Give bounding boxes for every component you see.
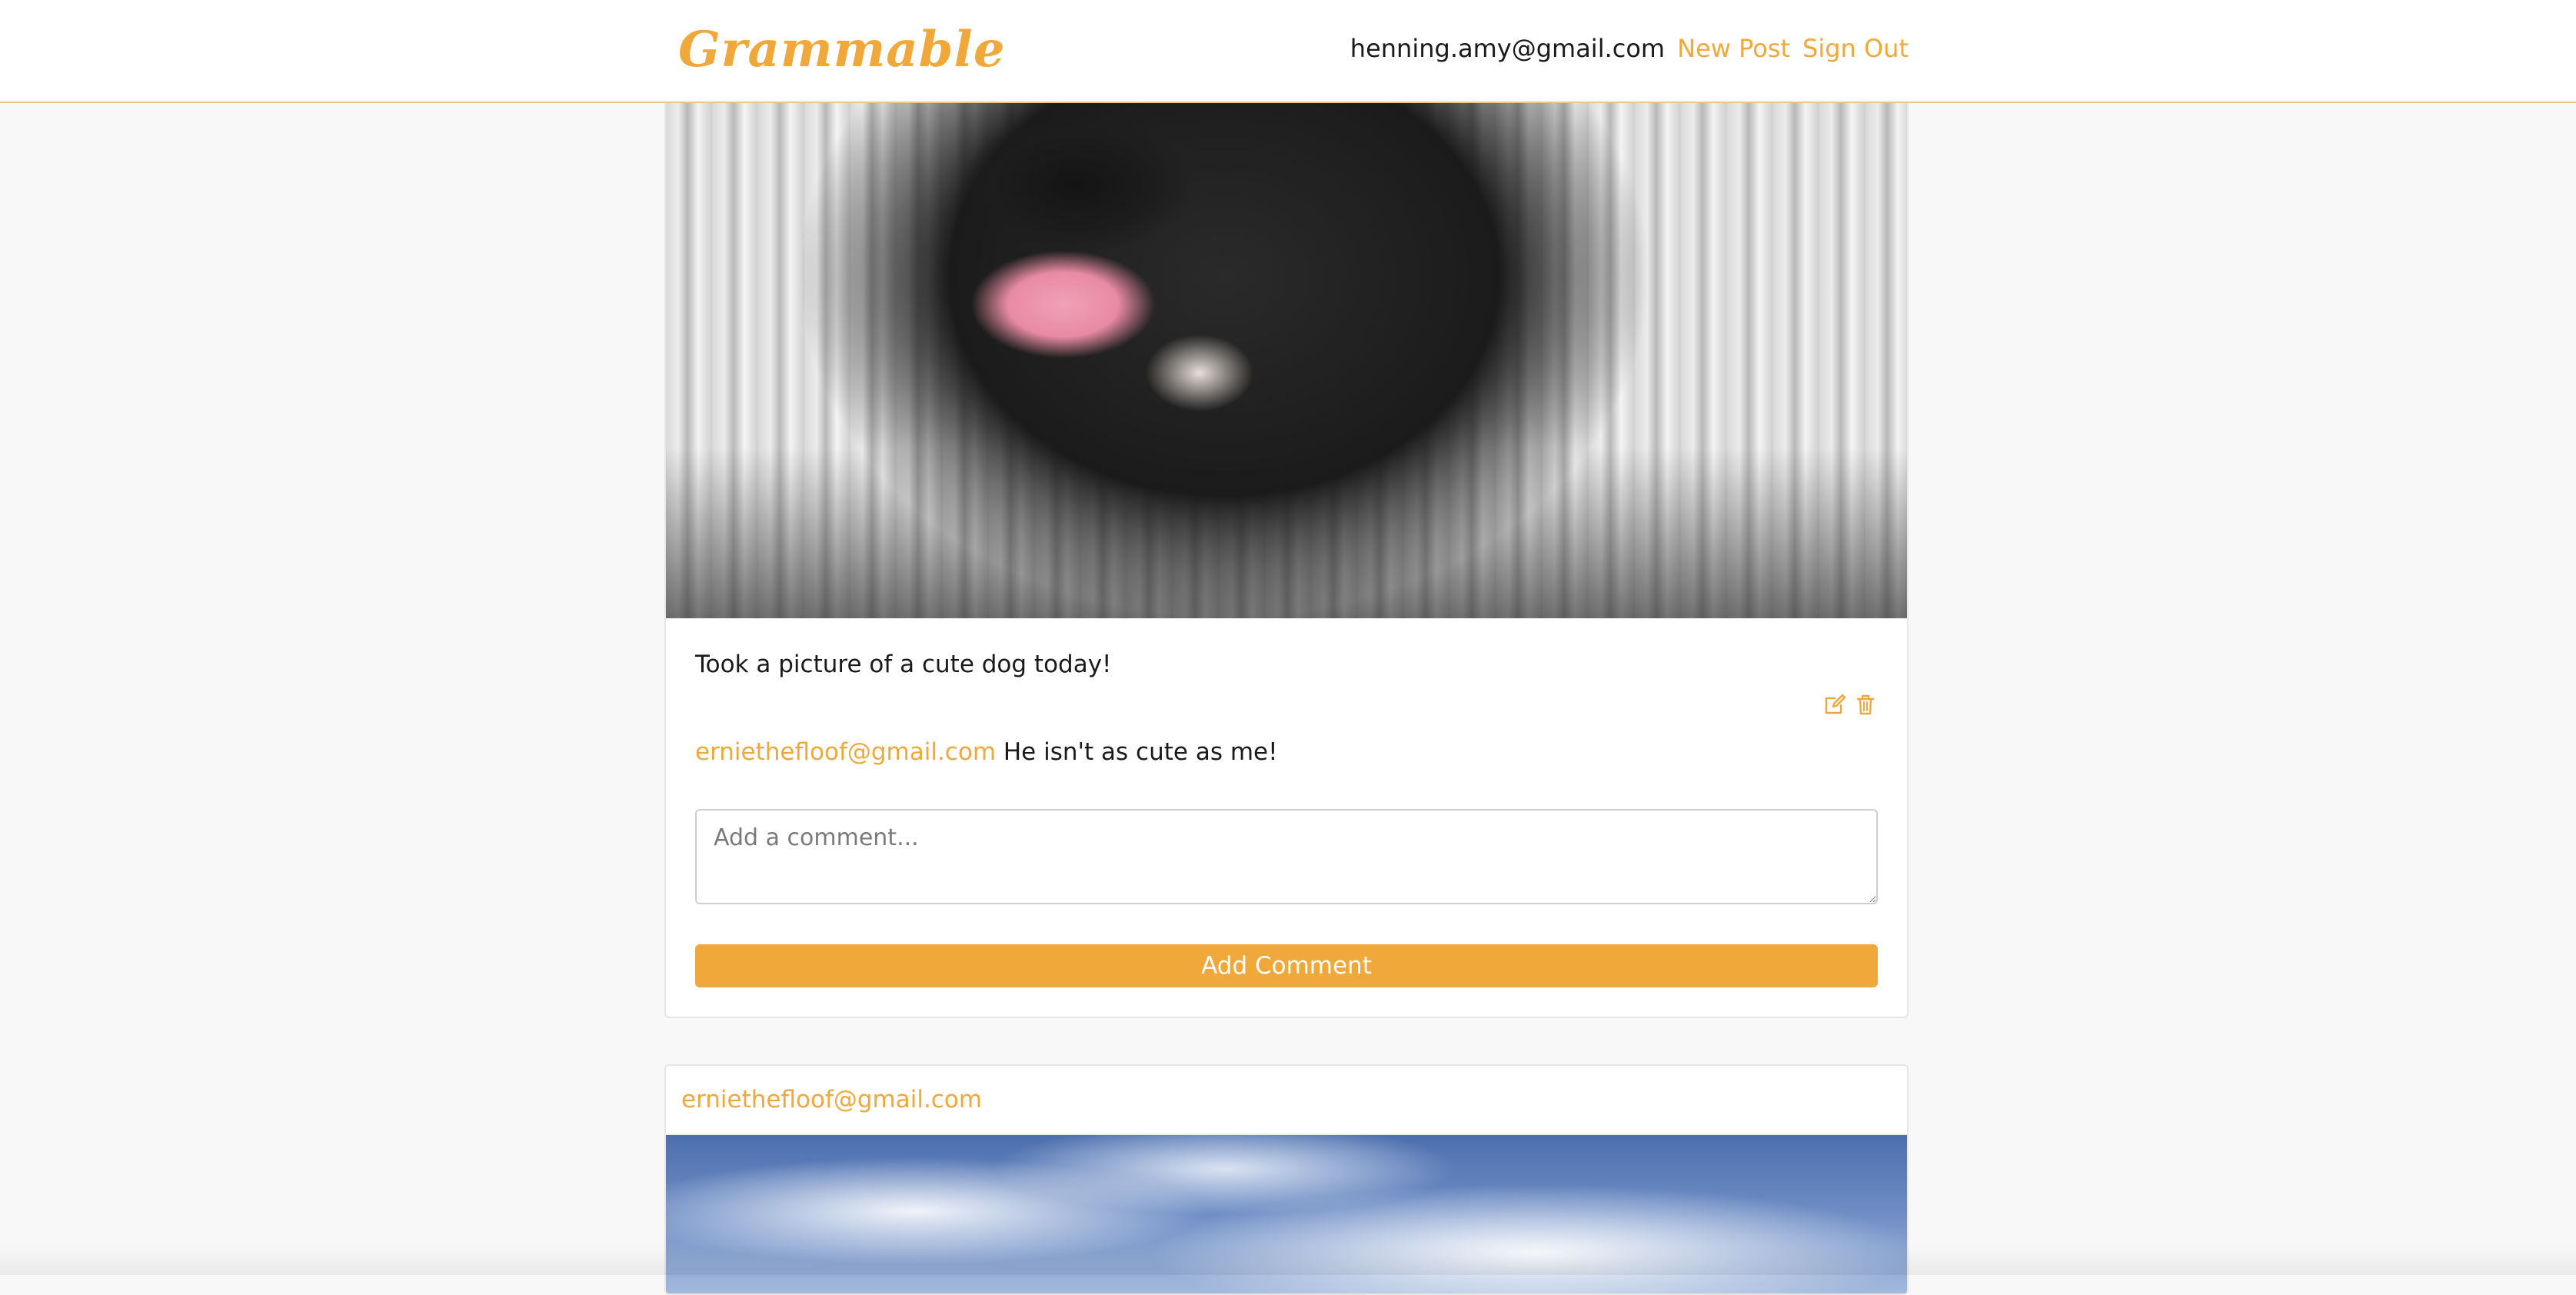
nav-links: henning.amy@gmail.com New Post Sign Out xyxy=(1350,29,1909,68)
comment-author[interactable]: erniethefloof@gmail.com xyxy=(695,738,996,766)
post-actions xyxy=(1822,692,1878,717)
post-header: erniethefloof@gmail.com xyxy=(666,1066,1907,1135)
sign-out-link[interactable]: Sign Out xyxy=(1802,34,1909,63)
post-card: Took a picture of a cute dog today! erni… xyxy=(664,46,1909,1018)
post-image xyxy=(666,48,1907,618)
current-user-email: henning.amy@gmail.com xyxy=(1350,34,1666,63)
comment-text: He isn't as cute as me! xyxy=(1003,738,1278,766)
brand-logo[interactable]: Grammable xyxy=(678,15,1006,85)
trash-icon[interactable] xyxy=(1853,692,1878,717)
post-author[interactable]: erniethefloof@gmail.com xyxy=(681,1083,982,1117)
post-card: erniethefloof@gmail.com xyxy=(664,1064,1909,1295)
add-comment-button[interactable]: Add Comment xyxy=(695,944,1878,987)
post-caption: Took a picture of a cute dog today! xyxy=(695,651,1112,678)
navbar: Grammable henning.amy@gmail.com New Post… xyxy=(0,0,2576,103)
comment-input[interactable] xyxy=(695,809,1878,904)
comment-item: erniethefloof@gmail.com He isn't as cute… xyxy=(695,735,1278,769)
edit-icon[interactable] xyxy=(1822,692,1847,717)
new-post-link[interactable]: New Post xyxy=(1677,34,1790,63)
post-image xyxy=(666,1135,1907,1293)
